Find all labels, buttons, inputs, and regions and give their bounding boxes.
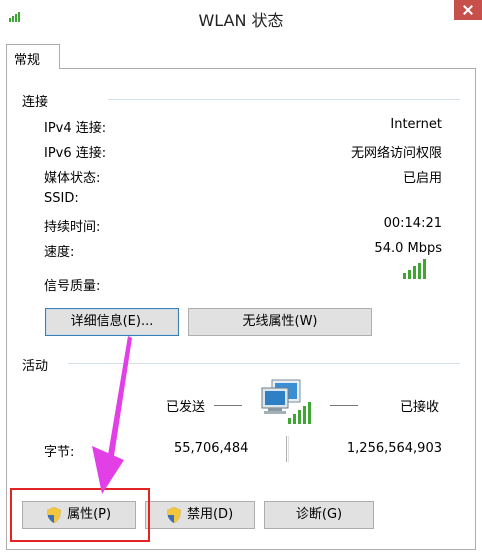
ipv4-value: Internet	[390, 117, 442, 132]
diagnose-button[interactable]: 诊断(G)	[264, 501, 374, 529]
details-button-label: 详细信息(E)...	[70, 314, 154, 329]
bytes-label: 字节:	[44, 445, 75, 460]
wireless-properties-label: 无线属性(W)	[242, 314, 318, 329]
signal-quality-label: 信号质量:	[44, 279, 101, 294]
tab-general-label: 常规	[14, 53, 41, 68]
ipv6-label: IPv6 连接:	[44, 146, 107, 161]
duration-label: 持续时间:	[44, 220, 101, 235]
speed-value: 54.0 Mbps	[374, 241, 442, 256]
details-button[interactable]: 详细信息(E)...	[45, 308, 179, 336]
connection-section-title: 连接	[22, 95, 49, 110]
network-activity-icon	[261, 379, 311, 424]
disable-button-label: 禁用(D)	[186, 507, 234, 522]
received-line	[330, 405, 358, 406]
signal-strength-icon	[403, 259, 426, 279]
connection-divider	[108, 99, 460, 100]
uac-shield-icon	[166, 507, 181, 523]
ssid-label: SSID:	[44, 191, 79, 206]
bytes-sent-value: 55,706,484	[174, 441, 249, 456]
speed-label: 速度:	[44, 245, 75, 260]
ipv6-value: 无网络访问权限	[350, 146, 442, 161]
media-state-value: 已启用	[402, 171, 442, 186]
bytes-received-value: 1,256,564,903	[346, 441, 442, 456]
wireless-properties-button[interactable]: 无线属性(W)	[188, 308, 372, 336]
close-button[interactable]	[454, 0, 482, 20]
sent-label: 已发送	[166, 400, 206, 415]
received-label: 已接收	[400, 400, 440, 415]
window-title: WLAN 状态	[198, 11, 284, 30]
media-state-label: 媒体状态:	[44, 171, 101, 186]
activity-section-title: 活动	[22, 359, 49, 374]
tab-general[interactable]: 常规	[6, 44, 60, 69]
ipv4-label: IPv4 连接:	[44, 121, 107, 136]
duration-value: 00:14:21	[383, 216, 442, 231]
disable-button[interactable]: 禁用(D)	[145, 501, 255, 529]
title-bar: WLAN 状态	[0, 0, 482, 36]
sent-line	[214, 405, 242, 406]
highlight-box	[10, 488, 150, 542]
annotation-arrow-icon	[92, 336, 132, 494]
activity-separator	[286, 436, 289, 462]
diagnose-button-label: 诊断(G)	[295, 507, 343, 522]
